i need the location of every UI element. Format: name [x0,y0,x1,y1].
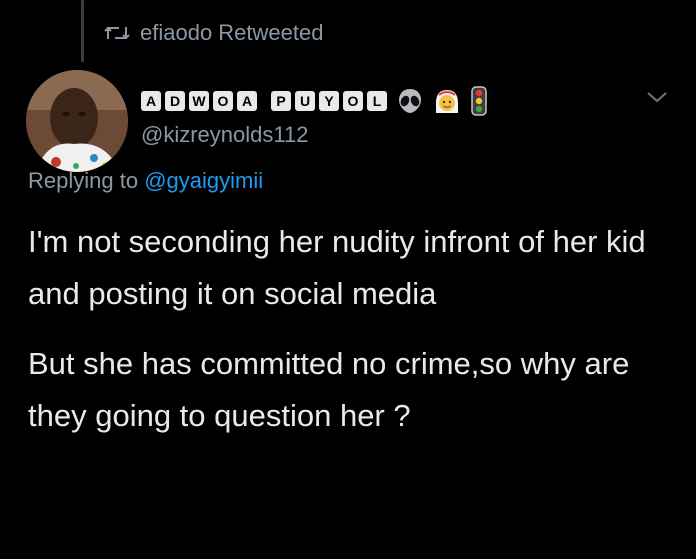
retweet-icon [104,23,130,43]
name-letter-9: O [343,91,363,111]
traffic-light-icon [471,86,487,116]
chevron-down-icon[interactable] [644,88,670,111]
name-letter-2: D [165,91,185,111]
name-letter-6: P [271,91,291,111]
name-letter-4: O [213,91,233,111]
reply-context: Replying to @gyaigyimii [28,168,263,194]
name-letter-1: A [141,91,161,111]
tweet-paragraph-1: I'm not seconding her nudity infront of … [28,224,646,311]
tweet-body: I'm not seconding her nudity infront of … [28,216,678,442]
reply-mention-link[interactable]: @gyaigyimii [144,168,263,193]
avatar[interactable] [26,70,128,172]
person-with-headscarf-emoji-icon [433,87,461,115]
name-letter-3: W [189,91,209,111]
author-display-name[interactable]: A D W O A P U Y O L [141,84,487,118]
retweet-indicator: efiaodo Retweeted [104,18,323,48]
author-handle[interactable]: @kizreynolds112 [141,122,308,148]
tweet-paragraph-2: But she has committed no crime,so why ar… [28,346,630,433]
reply-prefix: Replying to [28,168,139,193]
name-letter-8: Y [319,91,339,111]
thread-connector-line [81,0,84,62]
name-letter-7: U [295,91,315,111]
name-letter-5: A [237,91,257,111]
alien-emoji-icon [397,87,423,115]
name-letter-10: L [367,91,387,111]
retweet-label[interactable]: efiaodo Retweeted [140,20,323,46]
